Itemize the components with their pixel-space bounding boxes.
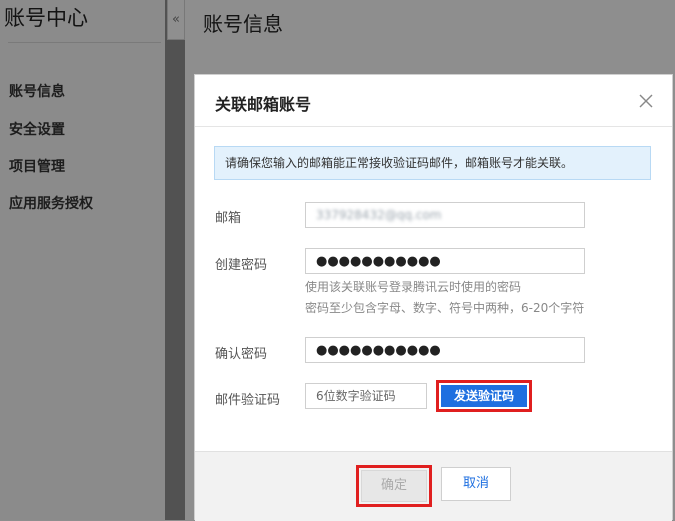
confirm-password-value: ●●●●●●●●●●● [316, 343, 441, 358]
password-hint-rules: 密码至少包含字母、数字、符号中两种，6-20个字符 [305, 301, 585, 315]
password-label: 创建密码 [215, 258, 268, 273]
info-notice: 请确保您输入的邮箱能正常接收验证码邮件，邮箱账号才能关联。 [214, 146, 651, 180]
confirm-button[interactable]: 确定 [361, 470, 427, 502]
link-email-dialog: 关联邮箱账号 请确保您输入的邮箱能正常接收验证码邮件，邮箱账号才能关联。 邮箱 … [194, 74, 673, 521]
password-hint-usage: 使用该关联账号登录腾讯云时使用的密码 [305, 280, 522, 294]
send-code-button[interactable]: 发送验证码 [441, 385, 527, 407]
cancel-button[interactable]: 取消 [441, 467, 511, 501]
close-icon[interactable] [639, 94, 653, 108]
dialog-divider [195, 126, 672, 127]
email-field[interactable]: 337928432@qq.com [305, 202, 585, 228]
confirm-password-field[interactable]: ●●●●●●●●●●● [305, 337, 585, 363]
email-label: 邮箱 [215, 211, 242, 226]
send-code-highlight: 发送验证码 [436, 380, 532, 412]
password-field[interactable]: ●●●●●●●●●●● [305, 248, 585, 274]
email-code-input[interactable]: 6位数字验证码 [305, 383, 427, 409]
password-value: ●●●●●●●●●●● [316, 254, 441, 269]
dialog-title: 关联邮箱账号 [215, 95, 312, 114]
confirm-highlight: 确定 [356, 465, 432, 507]
dialog-footer [195, 451, 672, 521]
email-value: 337928432@qq.com [316, 208, 442, 222]
confirm-password-label: 确认密码 [215, 347, 268, 362]
email-code-label: 邮件验证码 [215, 393, 281, 408]
